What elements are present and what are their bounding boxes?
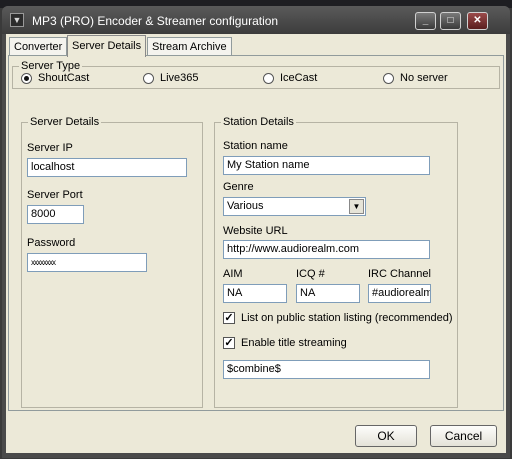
- chevron-down-icon[interactable]: ▼: [349, 199, 364, 214]
- radio-indicator: [383, 72, 394, 84]
- radio-no-server[interactable]: No server: [383, 72, 448, 84]
- tab-server-details[interactable]: Server Details: [67, 35, 147, 57]
- checkmark-icon: ✓: [223, 337, 235, 349]
- dialog-window: ▼ MP3 (PRO) Encoder & Streamer configura…: [2, 6, 510, 458]
- tab-label: Server Details: [72, 40, 142, 52]
- server-port-label: Server Port: [27, 189, 83, 201]
- radio-icecast[interactable]: IceCast: [263, 72, 317, 84]
- title-streaming-checkbox[interactable]: ✓ Enable title streaming: [223, 337, 347, 349]
- radio-label: ShoutCast: [38, 72, 90, 84]
- server-port-input[interactable]: 8000: [27, 205, 84, 224]
- tab-label: Stream Archive: [152, 41, 227, 53]
- genre-value: Various: [227, 200, 264, 212]
- radio-indicator: [263, 72, 274, 84]
- station-name-input[interactable]: My Station name: [223, 156, 430, 175]
- checkbox-label: Enable title streaming: [241, 337, 347, 349]
- genre-label: Genre: [223, 181, 254, 193]
- radio-indicator: [21, 72, 32, 84]
- server-details-page: Server Type ShoutCast Live365 IceCast No…: [8, 55, 504, 411]
- checkbox-label: List on public station listing (recommen…: [241, 312, 453, 324]
- tab-label: Converter: [14, 41, 63, 53]
- irc-channel-label: IRC Channel: [368, 268, 431, 280]
- website-url-label: Website URL: [223, 225, 288, 237]
- server-ip-label: Server IP: [27, 142, 73, 154]
- tab-converter[interactable]: Converter: [9, 37, 68, 56]
- radio-indicator: [143, 72, 154, 84]
- aim-label: AIM: [223, 268, 243, 280]
- server-type-legend: Server Type: [19, 60, 83, 72]
- radio-label: Live365: [160, 72, 199, 84]
- server-details-group: Server Details Server IP localhost Serve…: [21, 116, 203, 408]
- minimize-button[interactable]: _: [415, 12, 436, 30]
- tab-stream-archive[interactable]: Stream Archive: [147, 37, 232, 56]
- website-url-input[interactable]: http://www.audiorealm.com: [223, 240, 430, 259]
- station-details-legend: Station Details: [221, 116, 296, 128]
- checkmark-icon: ✓: [223, 312, 235, 324]
- aim-input[interactable]: NA: [223, 284, 287, 303]
- server-ip-input[interactable]: localhost: [27, 158, 187, 177]
- server-details-legend: Server Details: [28, 116, 102, 128]
- genre-dropdown[interactable]: Various ▼: [223, 197, 366, 216]
- window-title: MP3 (PRO) Encoder & Streamer configurati…: [32, 14, 279, 28]
- maximize-button[interactable]: □: [440, 12, 461, 30]
- radio-live365[interactable]: Live365: [143, 72, 199, 84]
- password-label: Password: [27, 237, 76, 249]
- title-bar[interactable]: ▼ MP3 (PRO) Encoder & Streamer configura…: [2, 6, 510, 34]
- cancel-button[interactable]: Cancel: [430, 425, 497, 447]
- radio-label: IceCast: [280, 72, 318, 84]
- radio-label: No server: [400, 72, 448, 84]
- radio-shoutcast[interactable]: ShoutCast: [21, 72, 89, 84]
- icq-input[interactable]: NA: [296, 284, 360, 303]
- icq-label: ICQ #: [296, 268, 325, 280]
- list-public-checkbox[interactable]: ✓ List on public station listing (recomme…: [223, 312, 453, 324]
- close-button[interactable]: ✕: [467, 12, 488, 30]
- server-type-group: Server Type ShoutCast Live365 IceCast No…: [12, 60, 500, 89]
- station-name-label: Station name: [223, 140, 288, 152]
- irc-channel-input[interactable]: #audiorealm: [368, 284, 431, 303]
- station-details-group: Station Details Station name My Station …: [214, 116, 458, 408]
- title-format-input[interactable]: $combine$: [223, 360, 430, 379]
- ok-button[interactable]: OK: [355, 425, 417, 447]
- app-icon: ▼: [10, 13, 24, 27]
- password-input[interactable]: xxxxxxxx: [27, 253, 147, 272]
- dialog-client: Converter Server Details Stream Archive …: [6, 34, 506, 453]
